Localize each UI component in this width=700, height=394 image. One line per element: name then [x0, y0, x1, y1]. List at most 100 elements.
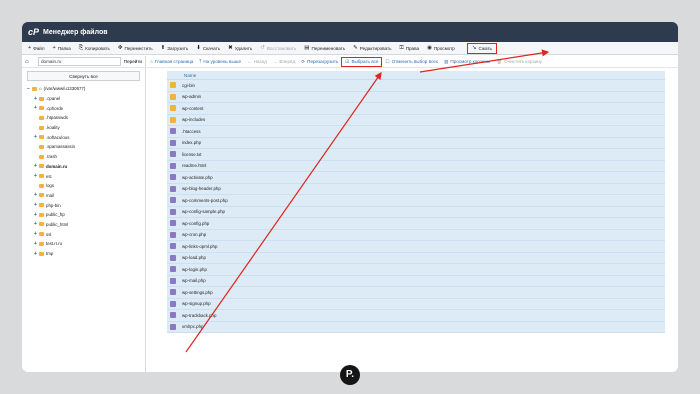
menu-file[interactable]: + Файл — [24, 42, 49, 55]
tree-node[interactable]: + public_ftp — [22, 210, 145, 220]
menu-rename[interactable]: ▤ Переименовать — [300, 42, 349, 55]
file-row[interactable]: wp-mail.php — [167, 275, 665, 287]
tree-node[interactable]: + public_html — [22, 220, 145, 230]
tree-node[interactable]: + php-bin — [22, 200, 145, 210]
folder-icon — [39, 115, 44, 120]
file-row[interactable]: license.txt — [167, 149, 665, 161]
file-row[interactable]: readme.html — [167, 160, 665, 172]
tree-node[interactable]: + .cphorde — [22, 103, 145, 113]
tree-node[interactable]: + domain.ru — [22, 162, 145, 172]
reload-icon: ⟳ — [301, 58, 306, 64]
brand-badge: P. — [340, 365, 360, 385]
home-page-button[interactable]: ⌂ Главная страница — [147, 56, 196, 68]
tree-node-label: php-bin — [46, 202, 61, 208]
tree-node[interactable]: + .cpanel — [22, 94, 145, 104]
reload-button[interactable]: ⟳ Перезагрузить — [298, 56, 341, 68]
menu-edit[interactable]: ✎ Редактировать — [349, 42, 395, 55]
home-icon[interactable]: ⌂ — [25, 59, 35, 65]
tree-node[interactable]: + .softaculous — [22, 132, 145, 142]
menu-view[interactable]: ◉ Просмотр — [423, 42, 459, 55]
file-row[interactable]: cgi-bin — [167, 80, 665, 92]
file-row[interactable]: wp-includes — [167, 114, 665, 126]
cpanel-logo: cP — [28, 27, 40, 37]
file-icon — [170, 289, 176, 296]
tree-node-label: .spamassassin — [46, 144, 76, 150]
tree-node[interactable]: .htpasswds — [22, 113, 145, 123]
forward-button[interactable]: → Вперёд — [270, 56, 299, 68]
menu-download[interactable]: ⬇ Скачать — [192, 42, 224, 55]
home-page-button-label: Главная страница — [154, 59, 194, 64]
menu-compress-label: Сжать — [478, 45, 492, 51]
tree-node-label: public_html — [46, 221, 69, 227]
folder-icon — [170, 116, 176, 123]
tree-node-label: (/var/www/u1330577) — [43, 86, 86, 92]
menu-folder-label: Папка — [57, 45, 71, 51]
menu-upload-icon: ⬆ — [160, 45, 166, 51]
tree-node[interactable]: logs — [22, 181, 145, 191]
menu-compress-icon: ↘ — [471, 45, 477, 51]
tree-node-label: .koality — [46, 125, 60, 131]
file-row[interactable]: wp-login.php — [167, 264, 665, 276]
column-header-name[interactable]: Name — [167, 71, 665, 80]
tree-node[interactable]: + tmp — [22, 249, 145, 259]
folder-icon — [39, 193, 44, 198]
menu-restore[interactable]: ↺ Восстановить — [256, 42, 300, 55]
folder-icon — [39, 183, 44, 188]
file-row[interactable]: wp-settings.php — [167, 287, 665, 299]
file-row[interactable]: xmlrpc.php — [167, 321, 665, 333]
file-name: wp-cron.php — [182, 232, 207, 238]
menu-upload[interactable]: ⬆ Загрузить — [157, 42, 193, 55]
file-row[interactable]: wp-blog-header.php — [167, 183, 665, 195]
domain-input[interactable]: domain.ru — [38, 57, 121, 66]
file-row[interactable]: wp-load.php — [167, 252, 665, 264]
file-row[interactable]: wp-admin — [167, 91, 665, 103]
deselect-all-button[interactable]: ☐ Отменить выбор всех — [382, 56, 441, 68]
menu-permissions[interactable]: ⚿ Права — [396, 42, 424, 55]
menu-folder[interactable]: + Папка — [49, 42, 75, 55]
file-row[interactable]: wp-comments-post.php — [167, 195, 665, 207]
domain-row: ⌂ domain.ru Перейти — [22, 56, 145, 68]
file-row[interactable]: wp-config.php — [167, 218, 665, 230]
file-icon — [170, 220, 176, 227]
file-name: cgi-bin — [182, 82, 195, 88]
tree-node[interactable]: + etc — [22, 171, 145, 181]
tree-node-label: .softaculous — [46, 134, 70, 140]
menu-rename-label: Переименовать — [311, 45, 346, 51]
file-row[interactable]: wp-config-sample.php — [167, 206, 665, 218]
back-button[interactable]: ← Назад — [244, 56, 270, 68]
select-all-button[interactable]: ☑ Выбрать все — [341, 56, 383, 67]
tree-node-label: test.rr.ru — [46, 241, 63, 247]
menu-move[interactable]: ✥ Переместить — [114, 42, 157, 55]
menu-edit-label: Редактировать — [359, 45, 392, 51]
file-row[interactable]: wp-links-opml.php — [167, 241, 665, 253]
menu-copy[interactable]: ⎘ Копировать — [75, 42, 114, 55]
tree-node[interactable]: .trash — [22, 152, 145, 162]
file-row[interactable]: wp-signup.php — [167, 298, 665, 310]
level-up-button[interactable]: ⤒ На уровень выше — [196, 56, 244, 68]
menu-extract[interactable] — [459, 42, 467, 55]
file-row[interactable]: .htaccess — [167, 126, 665, 138]
file-row[interactable]: wp-trackback.php — [167, 310, 665, 322]
menu-compress[interactable]: ↘ Сжать — [466, 42, 497, 54]
file-name: xmlrpc.php — [182, 324, 204, 330]
go-button[interactable]: Перейти — [124, 59, 142, 64]
tree-node[interactable]: + test.rr.ru — [22, 239, 145, 249]
file-name: readme.html — [182, 163, 207, 169]
tree-node-label: ssl — [46, 231, 52, 237]
file-row[interactable]: wp-cron.php — [167, 229, 665, 241]
file-row[interactable]: index.php — [167, 137, 665, 149]
tree-node[interactable]: + ssl — [22, 229, 145, 239]
select-all-icon: ☑ — [345, 58, 350, 64]
file-row[interactable]: wp-content — [167, 103, 665, 115]
file-icon — [170, 162, 176, 169]
tree-node[interactable]: .koality — [22, 123, 145, 133]
view-trash-button[interactable]: ▥ Просмотр корзины — [441, 56, 493, 68]
menu-delete[interactable]: ✖ Удалить — [224, 42, 256, 55]
menu-file-icon: + — [28, 45, 32, 51]
empty-trash-button[interactable]: 🗑 Очистить корзину — [493, 56, 545, 68]
file-row[interactable]: wp-activate.php — [167, 172, 665, 184]
tree-node[interactable]: .spamassassin — [22, 142, 145, 152]
tree-node[interactable]: + mail — [22, 191, 145, 201]
collapse-all-button[interactable]: Свернуть все — [27, 71, 140, 81]
tree-node[interactable]: − ⌂ (/var/www/u1330577) — [22, 84, 145, 94]
